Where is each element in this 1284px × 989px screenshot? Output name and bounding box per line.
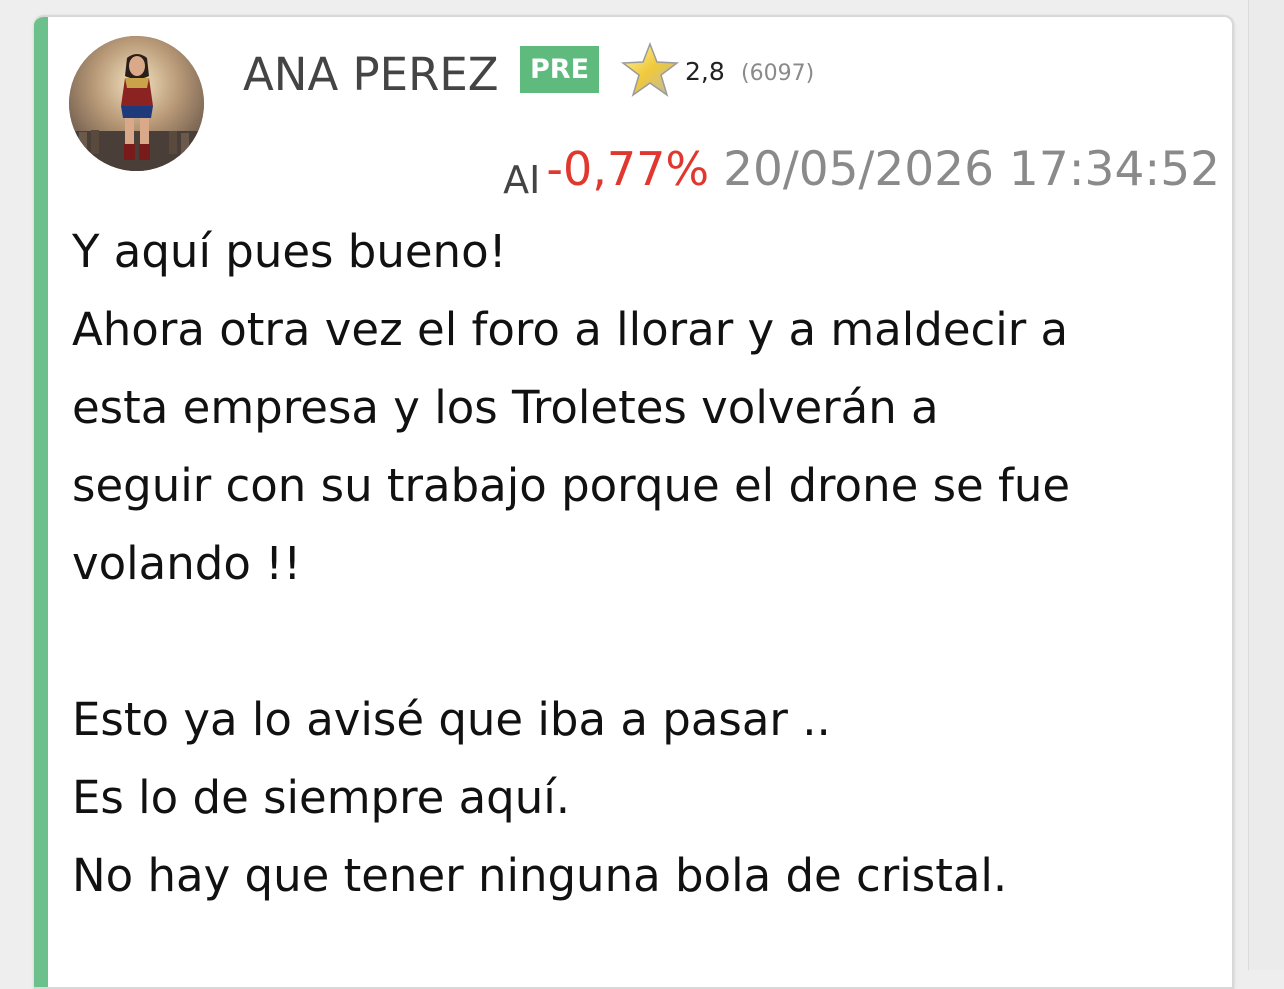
post-accent-bar: [34, 17, 48, 987]
post-body-line: seguir con su trabajo porque el drone se…: [72, 459, 1071, 512]
page-scroll-gutter: [1248, 0, 1284, 970]
post-body-line: Es lo de siempre aquí.: [72, 771, 571, 824]
post-meta-row: AI -0,77% 20/05/2026 17:34:52: [503, 139, 1220, 202]
post-body-line: No hay que tener ninguna bola de cristal…: [72, 849, 1008, 902]
price-change: -0,77%: [546, 142, 710, 196]
post-body-line: esta empresa y los Troletes volverán a: [72, 381, 939, 434]
author-name[interactable]: ANA PEREZ: [243, 45, 499, 105]
avatar-image: [69, 36, 204, 171]
post-body: Y aquí pues bueno! Ahora otra vez el for…: [72, 213, 1232, 915]
stock-ticker[interactable]: AI: [503, 158, 540, 202]
post-body-line: Esto ya lo avisé que iba a pasar ..: [72, 693, 831, 746]
user-avatar[interactable]: [69, 36, 204, 171]
author-rating: 2,8: [685, 57, 725, 86]
post-timestamp: 20/05/2026 17:34:52: [723, 142, 1220, 197]
premium-badge: PRE: [520, 46, 599, 93]
forum-post-card: ANA PEREZ PRE 2,8 (6097) AI -0,77% 20/05/2…: [34, 15, 1234, 989]
post-body-line: Y aquí pues bueno!: [72, 225, 507, 278]
author-rating-count: (6097): [741, 61, 815, 86]
star-icon: [620, 41, 680, 97]
post-body-line: Ahora otra vez el foro a llorar y a mald…: [72, 303, 1069, 356]
post-body-line: volando !!: [72, 537, 302, 590]
post-body-blank-line: [72, 603, 1232, 681]
